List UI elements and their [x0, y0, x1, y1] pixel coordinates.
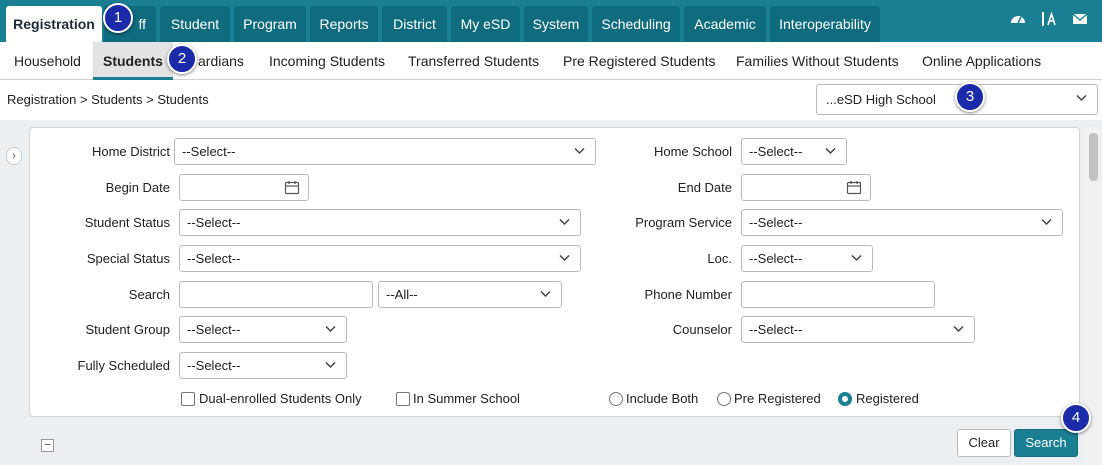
tab-registration[interactable]: Registration: [6, 6, 102, 42]
subnav-transferred-students[interactable]: Transferred Students: [408, 42, 539, 80]
search-input[interactable]: [179, 281, 373, 308]
summer-school-checkbox[interactable]: [396, 392, 410, 406]
chevron-down-icon: [825, 147, 836, 155]
student-group-value: --Select--: [187, 322, 241, 337]
include-both-label: Include Both: [626, 391, 699, 406]
pre-registered-radio[interactable]: [717, 392, 731, 406]
dual-enrolled-label: Dual-enrolled Students Only: [199, 391, 362, 406]
counselor-value: --Select--: [749, 322, 803, 337]
chevron-down-icon: [559, 218, 570, 226]
search-scope-value: --All--: [386, 287, 418, 302]
loc-label: Loc.: [707, 251, 732, 266]
tab-reports[interactable]: Reports: [310, 6, 378, 42]
fully-scheduled-label: Fully Scheduled: [77, 358, 171, 373]
school-select-value: ...eSD High School: [826, 92, 936, 107]
home-school-label: Home School: [653, 144, 732, 159]
program-service-label: Program Service: [635, 215, 732, 230]
fully-scheduled-select[interactable]: --Select--: [179, 352, 347, 379]
fully-scheduled-value: --Select--: [187, 358, 241, 373]
loc-value: --Select--: [749, 251, 803, 266]
chevron-down-icon: [1041, 218, 1052, 226]
begin-date-label: Begin Date: [105, 180, 170, 195]
breadcrumb: Registration > Students > Students: [7, 92, 209, 107]
subnav-incoming-students[interactable]: Incoming Students: [269, 42, 385, 80]
include-both-radio[interactable]: [609, 392, 623, 406]
callout-2: 2: [167, 44, 197, 74]
font-size-icon[interactable]: [1040, 10, 1058, 28]
subnav-household[interactable]: Household: [14, 42, 81, 80]
student-group-label: Student Group: [85, 322, 170, 337]
tab-academic[interactable]: Academic: [684, 6, 766, 42]
special-status-value: --Select--: [187, 251, 241, 266]
student-status-value: --Select--: [187, 215, 241, 230]
chevron-down-icon: [540, 290, 551, 298]
registered-radio[interactable]: [838, 392, 852, 406]
pre-registered-label: Pre Registered: [734, 391, 821, 406]
special-status-label: Special Status: [86, 251, 170, 266]
subnav-students[interactable]: Students: [93, 42, 173, 80]
student-status-label: Student Status: [84, 215, 170, 230]
tab-program[interactable]: Program: [234, 6, 306, 42]
tab-interoperability[interactable]: Interoperability: [770, 6, 880, 42]
chevron-down-icon: [1076, 94, 1087, 102]
search-button[interactable]: Search: [1014, 429, 1078, 457]
registered-label: Registered: [856, 391, 919, 406]
collapse-panel-button[interactable]: –: [41, 439, 54, 452]
tab-scheduling[interactable]: Scheduling: [592, 6, 680, 42]
home-district-label: Home District: [91, 144, 170, 159]
subnav-families-without-students[interactable]: Families Without Students: [736, 42, 899, 80]
home-school-value: --Select--: [749, 144, 803, 159]
chevron-down-icon: [325, 361, 336, 369]
search-label: Search: [128, 287, 170, 302]
home-school-select[interactable]: --Select--: [741, 138, 847, 165]
home-district-value: --Select--: [182, 144, 236, 159]
subnav-guardians[interactable]: ardians: [198, 42, 244, 80]
chevron-down-icon: [325, 325, 336, 333]
program-service-value: --Select--: [749, 215, 803, 230]
callout-1: 1: [103, 3, 133, 33]
callout-3: 3: [955, 82, 985, 112]
search-scope-select[interactable]: --All--: [378, 281, 562, 308]
chevron-down-icon: [953, 325, 964, 333]
end-date-label: End Date: [677, 180, 732, 195]
end-date-input[interactable]: [741, 174, 871, 201]
subnav-online-applications[interactable]: Online Applications: [922, 42, 1041, 80]
summer-school-label: In Summer School: [413, 391, 520, 406]
scrollbar-thumb[interactable]: [1089, 133, 1098, 181]
tab-district[interactable]: District: [382, 6, 447, 42]
callout-4: 4: [1061, 403, 1091, 433]
dual-enrolled-checkbox[interactable]: [181, 392, 195, 406]
expand-sidebar-toggle[interactable]: ›: [6, 147, 22, 165]
chevron-right-icon: ›: [12, 150, 16, 162]
phone-number-input[interactable]: [741, 281, 935, 308]
program-service-select[interactable]: --Select--: [741, 209, 1063, 236]
minus-icon: –: [44, 439, 51, 450]
student-group-select[interactable]: --Select--: [179, 316, 347, 343]
calendar-icon[interactable]: [846, 180, 862, 195]
special-status-select[interactable]: --Select--: [179, 245, 581, 272]
calendar-icon[interactable]: [284, 180, 300, 195]
tab-system[interactable]: System: [524, 6, 588, 42]
counselor-label: Counselor: [672, 322, 732, 337]
student-status-select[interactable]: --Select--: [179, 209, 581, 236]
sub-nav: Household Students ardians Incoming Stud…: [0, 42, 1102, 80]
phone-number-label: Phone Number: [644, 287, 732, 302]
mail-icon[interactable]: [1072, 10, 1090, 28]
tab-student[interactable]: Student: [160, 6, 230, 42]
counselor-select[interactable]: --Select--: [741, 316, 975, 343]
top-nav: Registration ff Student Program Reports …: [0, 0, 1102, 42]
home-district-select[interactable]: --Select--: [174, 138, 596, 165]
begin-date-input[interactable]: [179, 174, 309, 201]
chevron-down-icon: [574, 147, 585, 155]
chevron-down-icon: [559, 254, 570, 262]
tab-my-esd[interactable]: My eSD: [451, 6, 520, 42]
loc-select[interactable]: --Select--: [741, 245, 873, 272]
dashboard-icon[interactable]: [1009, 10, 1027, 28]
clear-button[interactable]: Clear: [957, 429, 1011, 457]
subnav-pre-registered-students[interactable]: Pre Registered Students: [563, 42, 716, 80]
chevron-down-icon: [851, 254, 862, 262]
